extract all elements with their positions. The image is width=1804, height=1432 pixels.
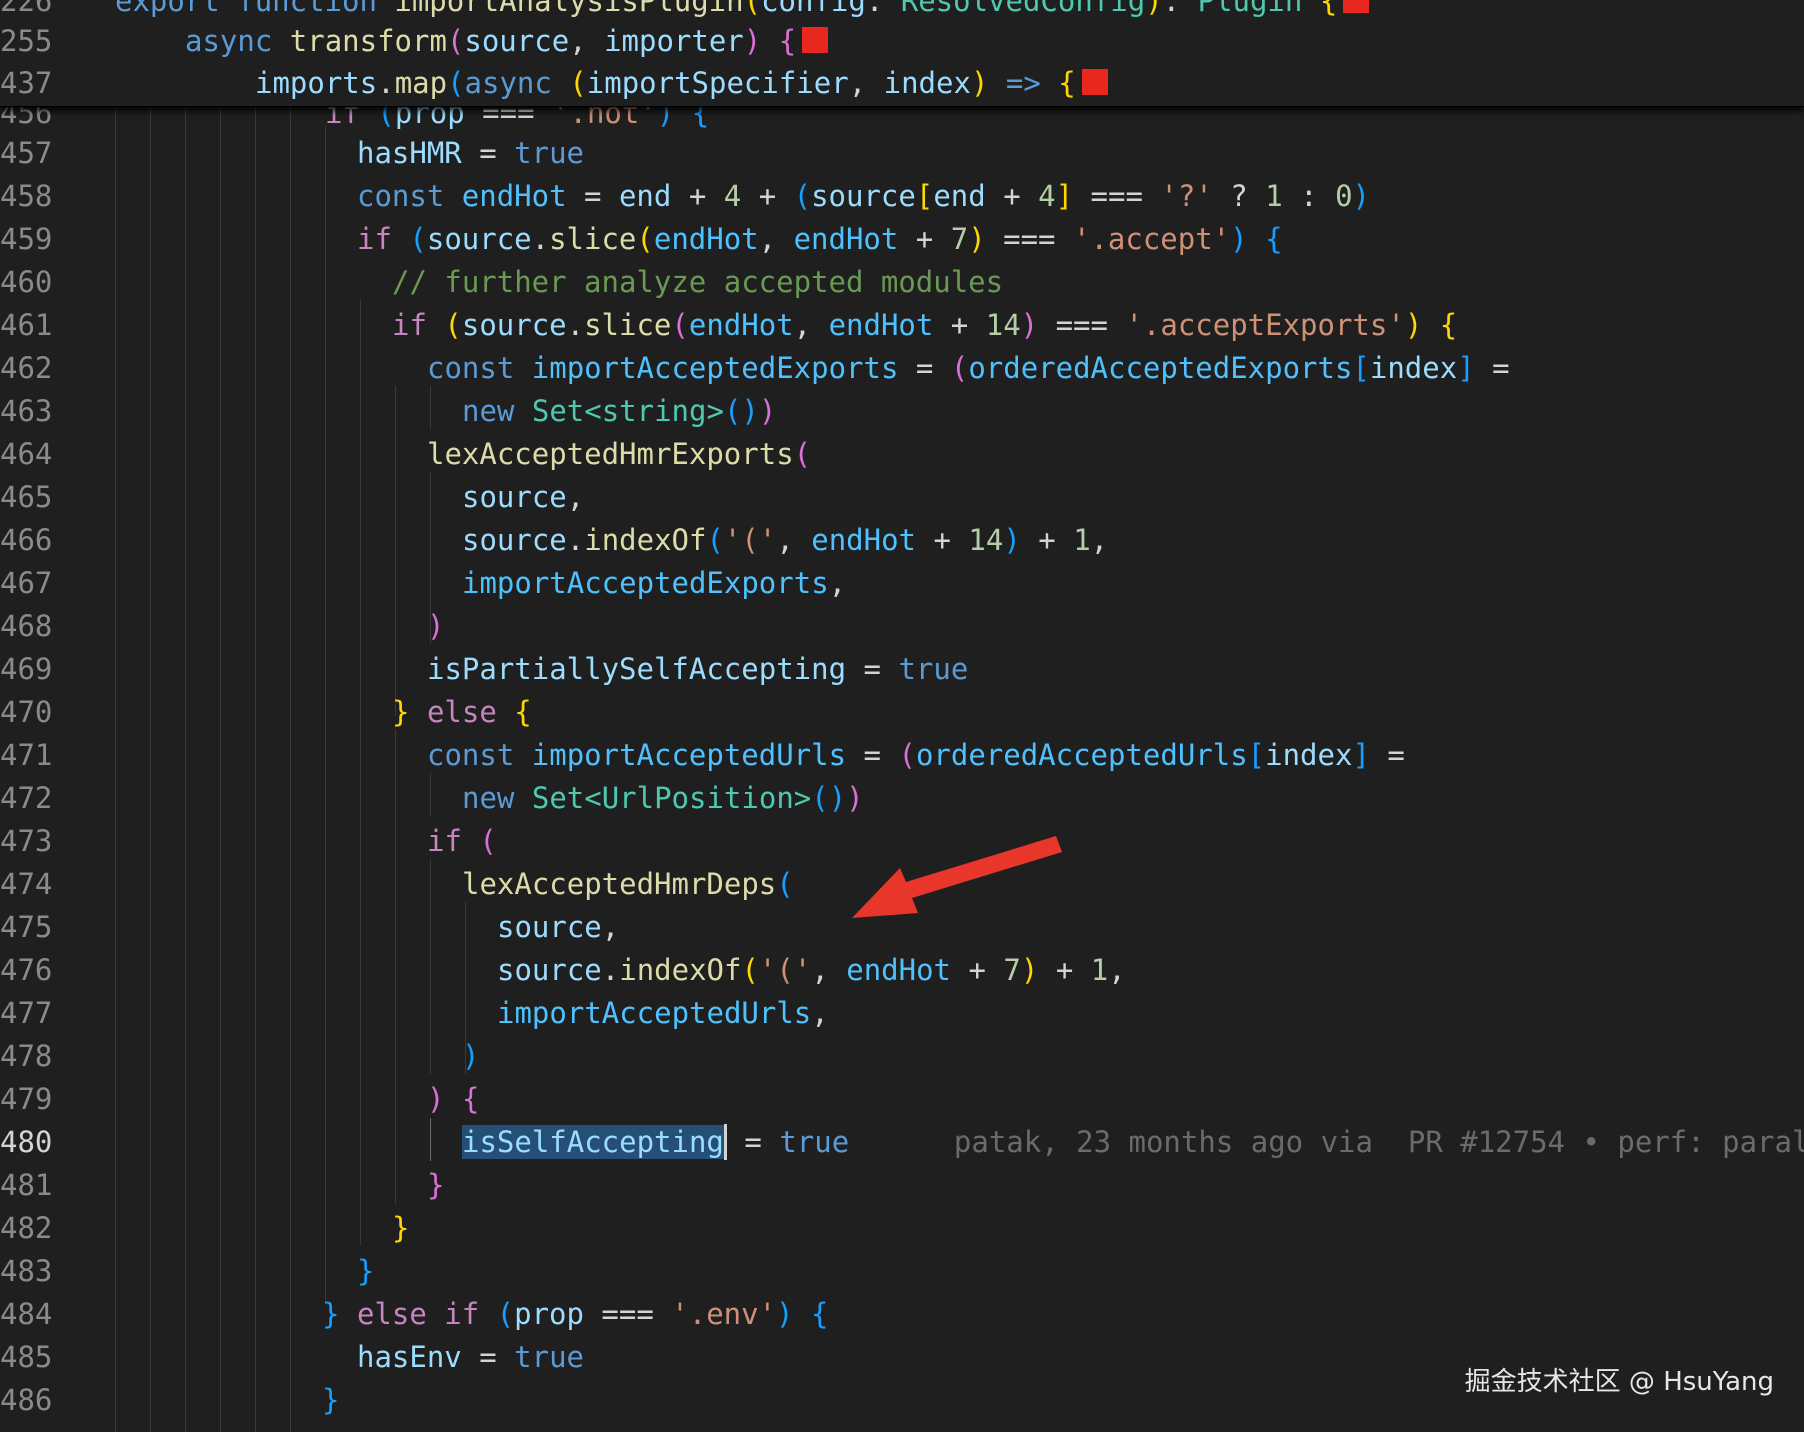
red-arrow-annotation xyxy=(852,836,1062,918)
watermark: 掘金技术社区 @ HsuYang xyxy=(1464,1367,1774,1397)
code-editor[interactable]: 226 export function importAnalysisPlugin… xyxy=(0,0,1804,1432)
arrow-icon xyxy=(852,836,1062,918)
